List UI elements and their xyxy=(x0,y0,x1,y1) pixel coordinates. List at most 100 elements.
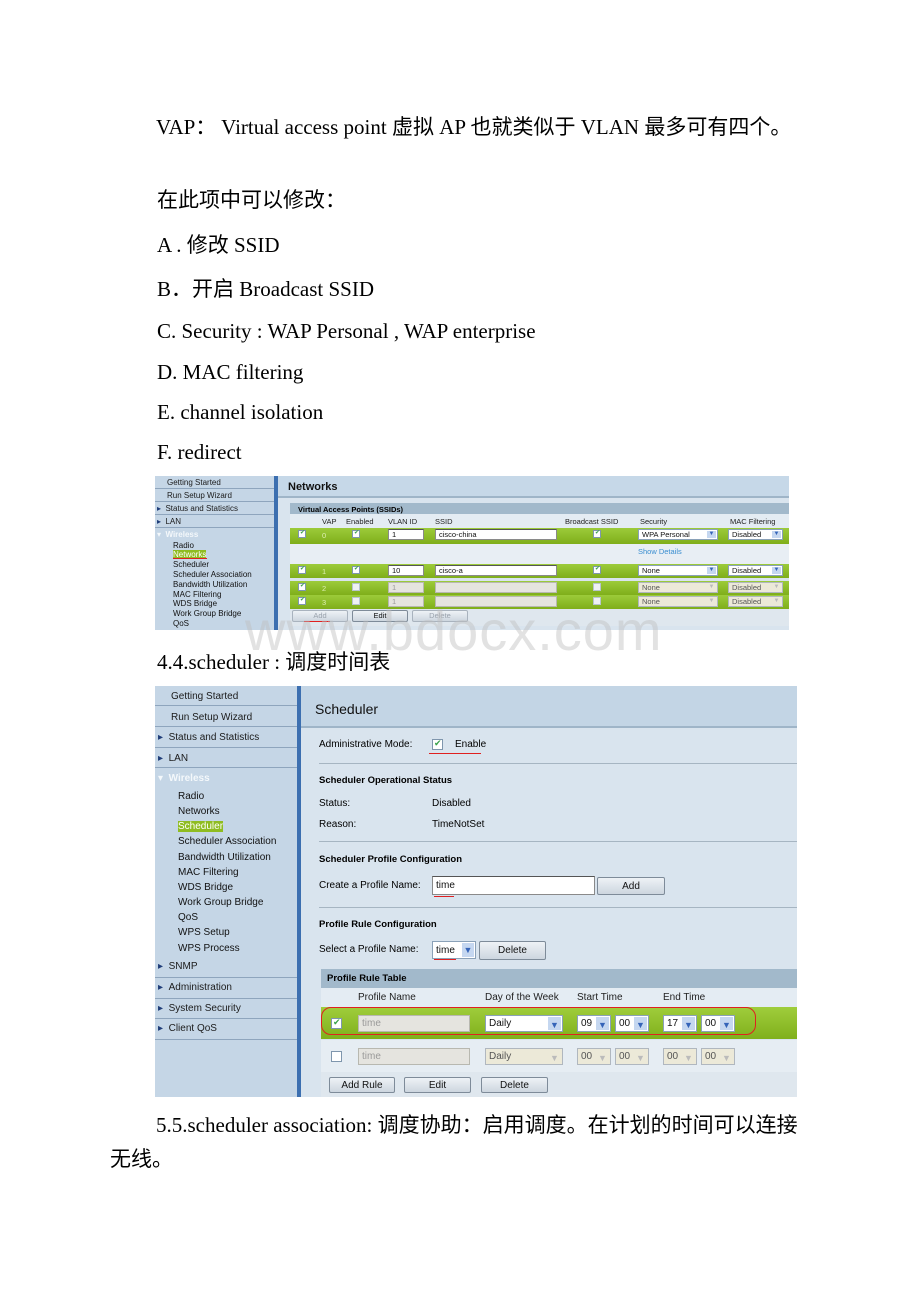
start-hour-select[interactable]: 00 ▼ xyxy=(577,1048,611,1065)
nav-scheduler[interactable]: Scheduler xyxy=(173,560,209,569)
select-profile-dropdown[interactable]: time ▼ xyxy=(432,941,476,959)
collapse-arrow-icon: ▾ xyxy=(157,530,162,539)
nav-bandwidth-utilization[interactable]: Bandwidth Utilization xyxy=(173,580,247,589)
chevron-down-icon: ▼ xyxy=(772,567,781,574)
end-minute-select[interactable]: 00 ▼ xyxy=(701,1048,735,1065)
ssid-input[interactable] xyxy=(435,582,557,593)
nav-wds-bridge[interactable]: WDS Bridge xyxy=(178,882,233,893)
mac-filtering-select[interactable]: Disabled ▼ xyxy=(728,565,783,576)
start-minute-select[interactable]: 00 ▼ xyxy=(615,1048,649,1065)
rule-select-checkbox[interactable] xyxy=(331,1017,342,1029)
col-header: VLAN ID xyxy=(388,517,418,526)
nav-getting-started[interactable]: Getting Started xyxy=(155,476,274,489)
day-of-week-select[interactable]: Daily ▼ xyxy=(485,1048,563,1065)
nav-scheduler-association[interactable]: Scheduler Association xyxy=(178,836,276,847)
mac-filtering-select[interactable]: Disabled ▼ xyxy=(728,582,783,593)
scheduler-screenshot: Getting Started Run Setup Wizard ▸ Statu… xyxy=(155,686,797,1097)
col-header: SSID xyxy=(435,517,453,526)
start-minute-select[interactable]: 00 ▼ xyxy=(615,1015,649,1032)
enabled-checkbox[interactable] xyxy=(352,565,360,574)
row-select-checkbox[interactable] xyxy=(298,582,306,591)
add-profile-button[interactable]: Add xyxy=(597,877,665,895)
nav-mac-filtering[interactable]: MAC Filtering xyxy=(178,867,239,878)
col-header: Broadcast SSID xyxy=(565,517,619,526)
nav-wds-bridge[interactable]: WDS Bridge xyxy=(173,599,217,608)
list-item: F. redirect xyxy=(157,440,242,464)
nav-administration[interactable]: ▸ Administration xyxy=(155,978,297,999)
ssid-input[interactable]: cisco-a xyxy=(435,565,557,576)
edit-rule-button[interactable]: Edit xyxy=(404,1077,471,1093)
create-profile-input[interactable]: time xyxy=(432,876,595,895)
rule-table-title: Profile Rule Table xyxy=(321,969,797,988)
security-select[interactable]: WPA Personal ▼ xyxy=(638,529,718,540)
mac-filtering-select[interactable]: Disabled ▼ xyxy=(728,596,783,607)
expand-arrow-icon: ▸ xyxy=(158,753,164,764)
security-select[interactable]: None ▼ xyxy=(638,582,718,593)
chevron-down-icon: ▼ xyxy=(548,1017,561,1030)
start-hour-select[interactable]: 09 ▼ xyxy=(577,1015,611,1032)
nav-scheduler[interactable]: Scheduler xyxy=(178,821,224,832)
add-rule-button[interactable]: Add Rule xyxy=(329,1077,395,1093)
nav-status-and-statistics[interactable]: ▸ Status and Statistics xyxy=(155,502,274,515)
nav-work-group-bridge[interactable]: Work Group Bridge xyxy=(178,897,263,908)
show-details-link[interactable]: Show Details xyxy=(638,547,682,556)
profile-name-input[interactable]: time xyxy=(358,1048,470,1065)
nav-work-group-bridge[interactable]: Work Group Bridge xyxy=(173,609,241,618)
rule-table-footer: Add Rule Edit Delete xyxy=(321,1072,797,1097)
nav-lan[interactable]: ▸ LAN xyxy=(155,748,297,768)
admin-mode-value: Enable xyxy=(455,739,487,750)
broadcast-ssid-checkbox[interactable] xyxy=(593,565,601,574)
nav-wps-setup[interactable]: WPS Setup xyxy=(178,927,230,938)
nav-run-setup-wizard[interactable]: Run Setup Wizard xyxy=(155,706,297,727)
nav-snmp[interactable]: ▸ SNMP xyxy=(155,958,297,978)
col-header: Security xyxy=(640,517,668,526)
nav-bandwidth-utilization[interactable]: Bandwidth Utilization xyxy=(178,852,271,863)
nav-scheduler-association[interactable]: Scheduler Association xyxy=(173,570,252,579)
nav-qos[interactable]: QoS xyxy=(178,912,198,923)
end-minute-select[interactable]: 00 ▼ xyxy=(701,1015,735,1032)
vlan-id-input[interactable]: 1 xyxy=(388,582,424,593)
chevron-down-icon: ▼ xyxy=(634,1050,647,1063)
row-select-checkbox[interactable] xyxy=(298,565,306,574)
profile-name-input[interactable]: time xyxy=(358,1015,470,1032)
nav-status-and-statistics[interactable]: ▸ Status and Statistics xyxy=(155,727,297,748)
nav-lan[interactable]: ▸ LAN xyxy=(155,515,274,528)
nav-mac-filtering[interactable]: MAC Filtering xyxy=(173,590,221,599)
admin-mode-checkbox[interactable] xyxy=(432,738,443,750)
nav-networks[interactable]: Networks xyxy=(178,806,220,817)
col-header: Enabled xyxy=(346,517,374,526)
end-hour-select[interactable]: 17 ▼ xyxy=(663,1015,697,1032)
mac-filtering-select[interactable]: Disabled ▼ xyxy=(728,529,783,540)
ssid-input[interactable]: cisco-china xyxy=(435,529,557,540)
col-header: Start Time xyxy=(577,992,623,1003)
vlan-id-input[interactable]: 10 xyxy=(388,565,424,576)
nav-getting-started[interactable]: Getting Started xyxy=(155,686,297,706)
chevron-down-icon: ▼ xyxy=(548,1050,561,1063)
nav-wireless[interactable]: ▾ Wireless xyxy=(158,773,210,784)
row-select-checkbox[interactable] xyxy=(298,529,306,538)
day-of-week-select[interactable]: Daily ▼ xyxy=(485,1015,563,1032)
nav-run-setup-wizard[interactable]: Run Setup Wizard xyxy=(155,489,274,502)
enabled-checkbox[interactable] xyxy=(352,583,360,591)
enabled-checkbox[interactable] xyxy=(352,529,360,538)
reason-label: Reason: xyxy=(319,819,357,830)
table-title: Virtual Access Points (SSIDs) xyxy=(290,503,789,514)
delete-rule-button[interactable]: Delete xyxy=(481,1077,548,1093)
vlan-id-input[interactable]: 1 xyxy=(388,529,424,540)
broadcast-ssid-checkbox[interactable] xyxy=(593,583,601,591)
nav-wps-process[interactable]: WPS Process xyxy=(178,943,240,954)
intro-paragraph: VAP： Virtual access point 虚拟 AP 也就类似于 VL… xyxy=(156,115,792,139)
nav-client-qos[interactable]: ▸ Client QoS xyxy=(155,1019,297,1040)
list-item: C. Security : WAP Personal , WAP enterpr… xyxy=(157,319,536,343)
nav-system-security[interactable]: ▸ System Security xyxy=(155,999,297,1019)
delete-profile-button[interactable]: Delete xyxy=(479,941,546,960)
rule-select-checkbox[interactable] xyxy=(331,1051,342,1062)
security-select[interactable]: None ▼ xyxy=(638,565,718,576)
nav-wireless[interactable]: ▾ Wireless xyxy=(157,530,198,539)
nav-radio[interactable]: Radio xyxy=(173,541,194,550)
broadcast-ssid-checkbox[interactable] xyxy=(593,529,601,538)
nav-qos[interactable]: QoS xyxy=(173,619,189,628)
nav-radio[interactable]: Radio xyxy=(178,791,204,802)
status-value: Disabled xyxy=(432,798,471,809)
end-hour-select[interactable]: 00 ▼ xyxy=(663,1048,697,1065)
